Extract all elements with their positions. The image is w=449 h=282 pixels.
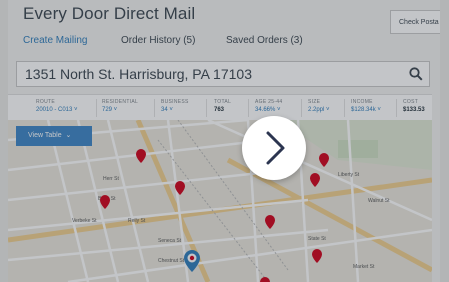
chevron-down-icon: ⌄ (63, 132, 72, 139)
stat-residential[interactable]: RESIDENTIAL 729 ˅ (102, 99, 138, 113)
stat-value: 729 ˅ (102, 107, 118, 113)
route-stats-bar: ROUTE 20010 - C013 ˅ RESIDENTIAL 729 ˅ B… (8, 94, 432, 122)
stat-value: 763 (214, 107, 225, 113)
stat-total: TOTAL 763 (214, 99, 231, 113)
stat-value: 34.66% ˅ (255, 107, 281, 113)
divider (344, 99, 345, 117)
stat-value: $133.53 (403, 107, 425, 113)
tab-order-history[interactable]: Order History (5) (121, 35, 195, 46)
street-label: Verbeke St (72, 218, 97, 224)
tab-saved-orders[interactable]: Saved Orders (3) (226, 35, 303, 46)
stat-label: COST (403, 99, 419, 105)
check-postage-button[interactable]: Check Posta (390, 10, 440, 34)
view-table-label: View Table (28, 132, 62, 139)
stat-business[interactable]: BUSINESS 34 ˅ (161, 99, 189, 113)
view-table-button[interactable]: View Table ⌄ (16, 126, 92, 146)
stat-size[interactable]: SIZE 2.2ppl ˅ (308, 99, 330, 113)
tab-create-mailing[interactable]: Create Mailing (23, 35, 87, 46)
next-slide-button[interactable] (242, 116, 306, 180)
stat-value: 34 ˅ (161, 107, 173, 113)
stat-age[interactable]: AGE 25-44 34.66% ˅ (255, 99, 282, 113)
street-label: Seneca St (158, 238, 182, 244)
stat-route[interactable]: ROUTE 20010 - C013 ˅ (36, 99, 78, 113)
street-label: Market St (353, 264, 375, 270)
street-label: Herr St (103, 176, 119, 182)
stat-label: RESIDENTIAL (102, 99, 139, 105)
street-label: Walnut St (368, 198, 390, 204)
street-label: Chestnut St (158, 258, 185, 264)
street-label: Liberty St (338, 172, 360, 178)
divider (396, 99, 397, 117)
divider (154, 99, 155, 117)
search-icon[interactable] (409, 67, 423, 81)
stat-label: ROUTE (36, 99, 55, 105)
street-label: Reily St (128, 218, 146, 224)
address-search-input[interactable]: 1351 North St. Harrisburg, PA 17103 (16, 61, 430, 87)
page-title: Every Door Direct Mail (23, 4, 196, 23)
stat-value: 2.2ppl ˅ (308, 107, 330, 113)
stat-label: SIZE (308, 99, 321, 105)
search-value: 1351 North St. Harrisburg, PA 17103 (25, 66, 252, 82)
divider (248, 99, 249, 117)
divider (301, 99, 302, 117)
stat-value: $128.34k ˅ (351, 107, 381, 113)
divider (96, 99, 97, 117)
street-label: State St (308, 236, 326, 242)
stat-label: TOTAL (214, 99, 232, 105)
stat-income[interactable]: INCOME $128.34k ˅ (351, 99, 381, 113)
divider (206, 99, 207, 117)
stat-value: 20010 - C013 ˅ (36, 107, 78, 113)
chevron-right-icon (266, 131, 285, 165)
stat-label: AGE 25-44 (255, 99, 283, 105)
stat-cost: COST $133.53 (403, 99, 425, 113)
stat-label: INCOME (351, 99, 373, 105)
stat-label: BUSINESS (161, 99, 189, 105)
